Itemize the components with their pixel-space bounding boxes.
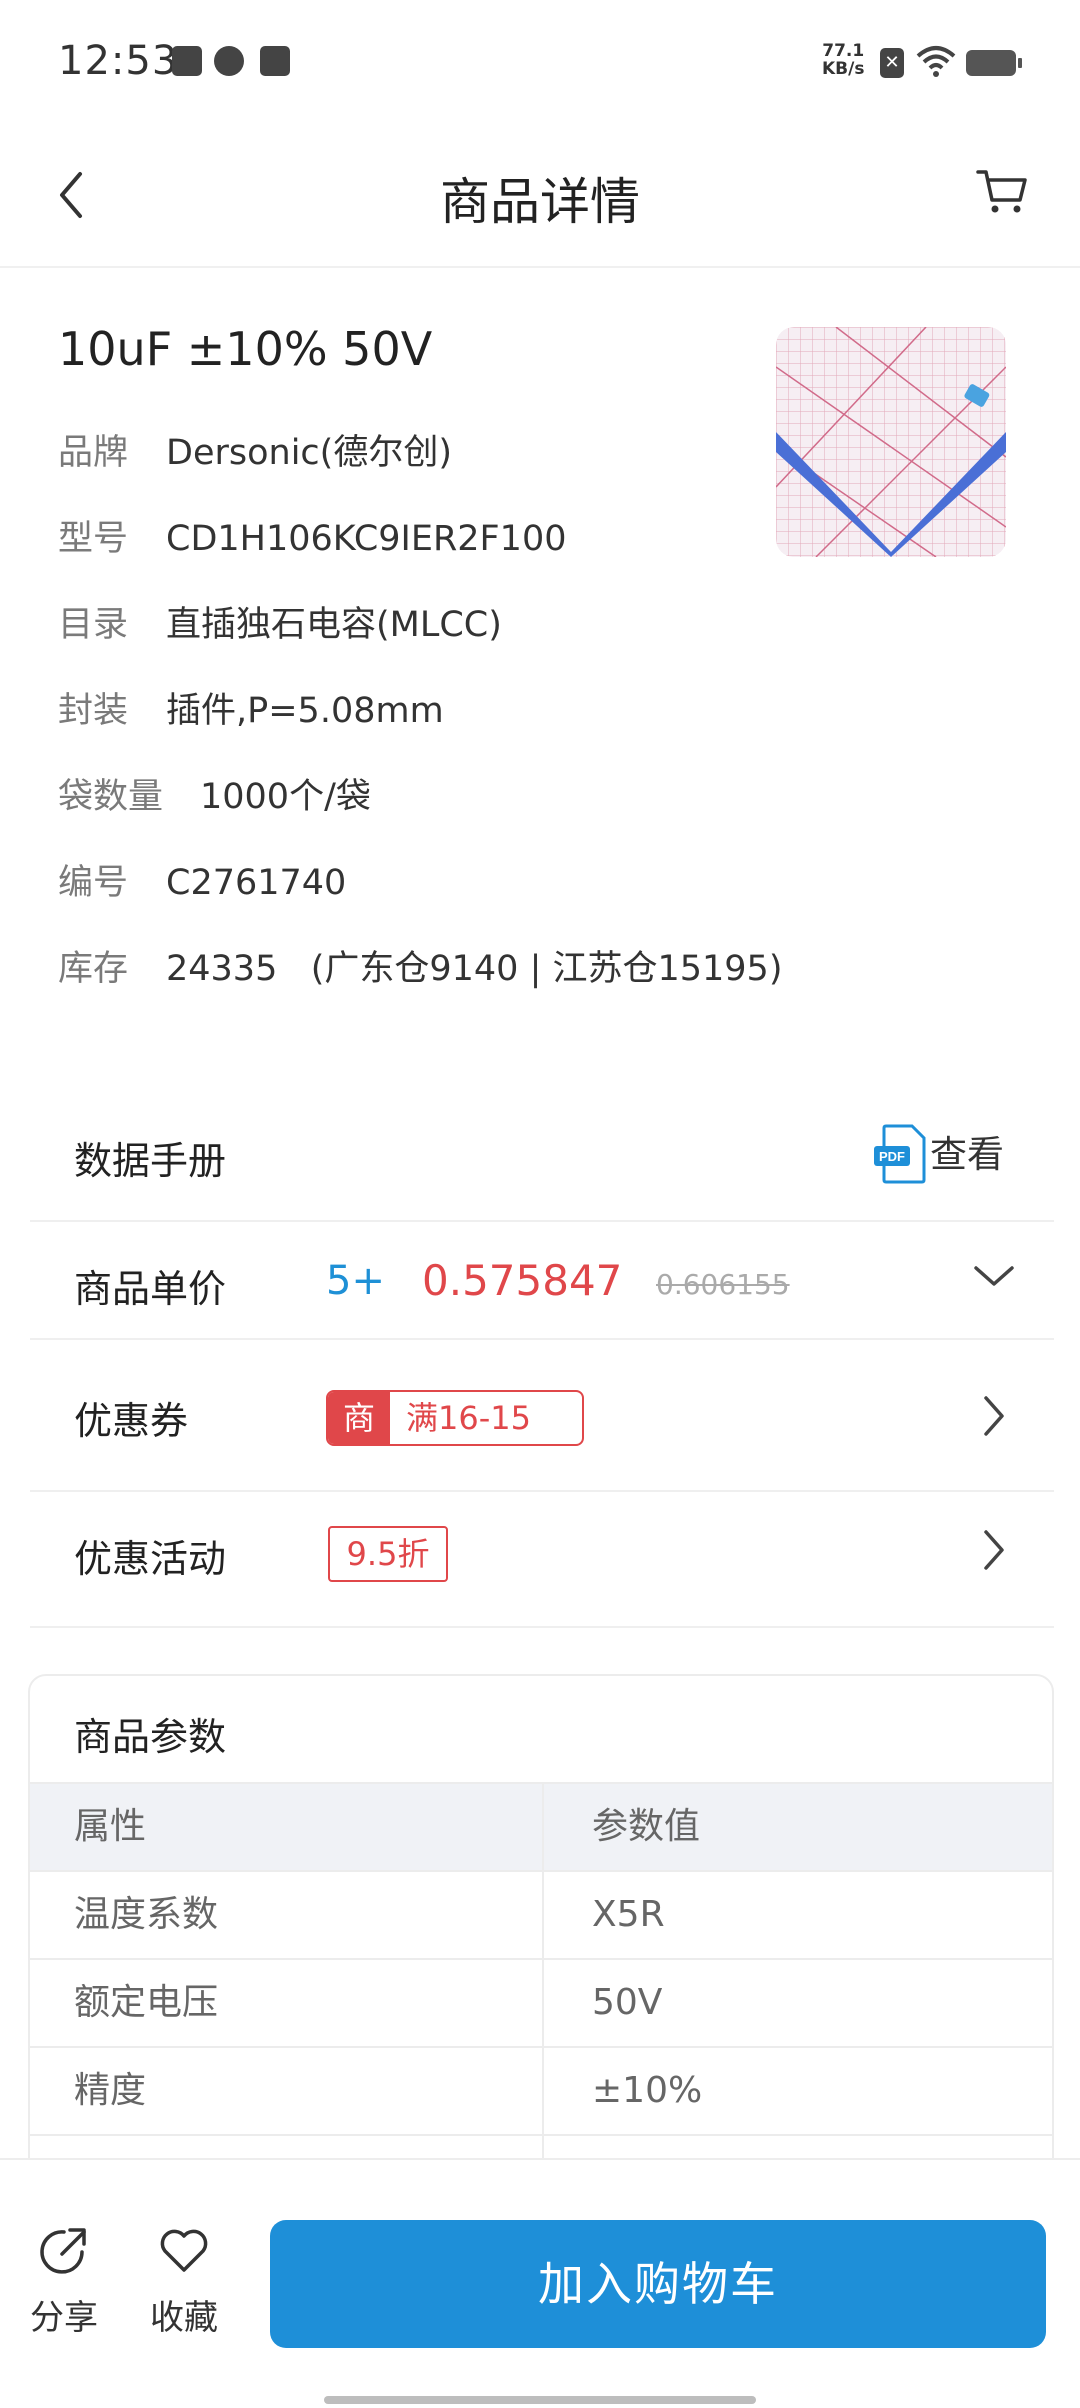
info-key-brand: 品牌 [58,433,129,473]
top-nav-bar: 商品详情 [0,120,1080,268]
cart-icon[interactable] [974,162,1030,218]
promotion-row[interactable]: 优惠活动 9.5折 [30,1492,1054,1628]
param-value: X5R [542,1872,1052,1958]
product-info-row: 库存 24335 (广东仓9140 | 江苏仓15195) [58,940,782,991]
promotion-label: 优惠活动 [74,1537,227,1581]
coupon-row[interactable]: 优惠券 商 满16-15 [30,1340,1054,1492]
network-speed-value: 77.1 [822,41,865,61]
price-tier-quantity: 5+ [326,1258,385,1304]
params-header-attribute: 属性 [74,1806,147,1847]
bottom-action-bar: 分享 收藏 加入购物车 [0,2158,1080,2408]
chevron-right-icon[interactable] [980,1528,1008,1572]
chevron-down-icon[interactable] [972,1262,1016,1290]
network-speed: 77.1 KB/s [822,42,864,78]
share-icon [40,2228,86,2274]
info-value-category: 直插独石电容(MLCC) [166,605,502,645]
info-value-code: C2761740 [166,863,347,903]
info-value-stock: 24335 (广东仓9140 | 江苏仓15195) [166,949,783,989]
favorite-button[interactable]: 收藏 [134,2222,234,2339]
product-image [776,327,1006,557]
unit-price-label: 商品单价 [74,1267,227,1311]
product-info-row: 目录 直插独石电容(MLCC) [58,596,502,647]
product-info-row: 袋数量 1000个/袋 [58,768,371,819]
network-speed-unit: KB/s [822,59,865,79]
share-label: 分享 [30,2298,98,2338]
info-key-stock: 库存 [58,949,129,989]
status-time: 12:53 [58,38,179,84]
pdf-icon-label: PDF [879,1149,905,1164]
params-table: 属性 参数值 温度系数 X5R 额定电压 50V 精度 ±10% 容值 10uF [30,1782,1052,2222]
add-to-cart-button[interactable]: 加入购物车 [270,2220,1046,2348]
promotion-tag: 9.5折 [328,1526,448,1582]
param-value: ±10% [542,2048,1052,2134]
product-info-row: 品牌 Dersonic(德尔创) [58,424,452,475]
coupon-label: 优惠券 [74,1399,189,1443]
notification-icon [172,46,202,76]
product-info-row: 编号 C2761740 [58,854,346,905]
price-current: 0.575847 [422,1256,623,1305]
coupon-tag[interactable]: 商 满16-15 [326,1390,584,1446]
params-title: 商品参数 [74,1715,227,1759]
price-original: 0.606155 [656,1268,790,1301]
heart-icon [160,2229,208,2272]
message-icon [260,46,290,76]
pdf-icon[interactable]: PDF [872,1122,928,1186]
close-box-icon: ✕ [880,48,904,78]
info-value-bag-quantity: 1000个/袋 [200,777,371,817]
info-key-package: 封装 [58,691,129,731]
product-info-row: 型号 CD1H106KC9IER2F100 [58,510,566,561]
info-value-package: 插件,P=5.08mm [166,691,444,731]
params-header-value: 参数值 [542,1784,1052,1870]
datasheet-view-link[interactable]: 查看 [930,1124,1004,1178]
battery-icon [966,50,1022,76]
favorite-label: 收藏 [150,2298,218,2338]
params-table-header: 属性 参数值 [30,1782,1052,1870]
home-indicator[interactable] [324,2396,756,2404]
product-info-row: 封装 插件,P=5.08mm [58,682,444,733]
info-key-code: 编号 [58,863,129,903]
coupon-amount: 满16-15 [406,1399,531,1437]
sync-icon [214,46,244,76]
datasheet-row[interactable]: 数据手册 PDF 查看 [30,1090,1054,1222]
info-value-model: CD1H106KC9IER2F100 [166,519,567,559]
table-row: 温度系数 X5R [30,1870,1052,1958]
param-name: 额定电压 [74,1982,219,2023]
param-name: 温度系数 [74,1894,219,1935]
info-value-brand: Dersonic(德尔创) [166,433,452,473]
product-name: 10uF ±10% 50V [58,322,433,376]
unit-price-row[interactable]: 商品单价 5+ 0.575847 0.606155 [30,1222,1054,1340]
product-thumbnail[interactable] [776,327,1006,557]
page-title: 商品详情 [440,173,640,231]
coupon-shop-badge: 商 [328,1392,390,1444]
info-key-model: 型号 [58,519,129,559]
table-row: 额定电压 50V [30,1958,1052,2046]
share-button[interactable]: 分享 [14,2222,114,2339]
info-key-category: 目录 [58,605,129,645]
status-bar: 12:53 77.1 KB/s ✕ [0,0,1080,120]
wifi-icon [916,46,956,77]
datasheet-label: 数据手册 [74,1139,227,1183]
param-value: 50V [542,1960,1052,2046]
param-name: 精度 [74,2070,147,2111]
chevron-right-icon[interactable] [980,1394,1008,1438]
table-row: 精度 ±10% [30,2046,1052,2134]
info-key-bag-quantity: 袋数量 [58,777,164,817]
